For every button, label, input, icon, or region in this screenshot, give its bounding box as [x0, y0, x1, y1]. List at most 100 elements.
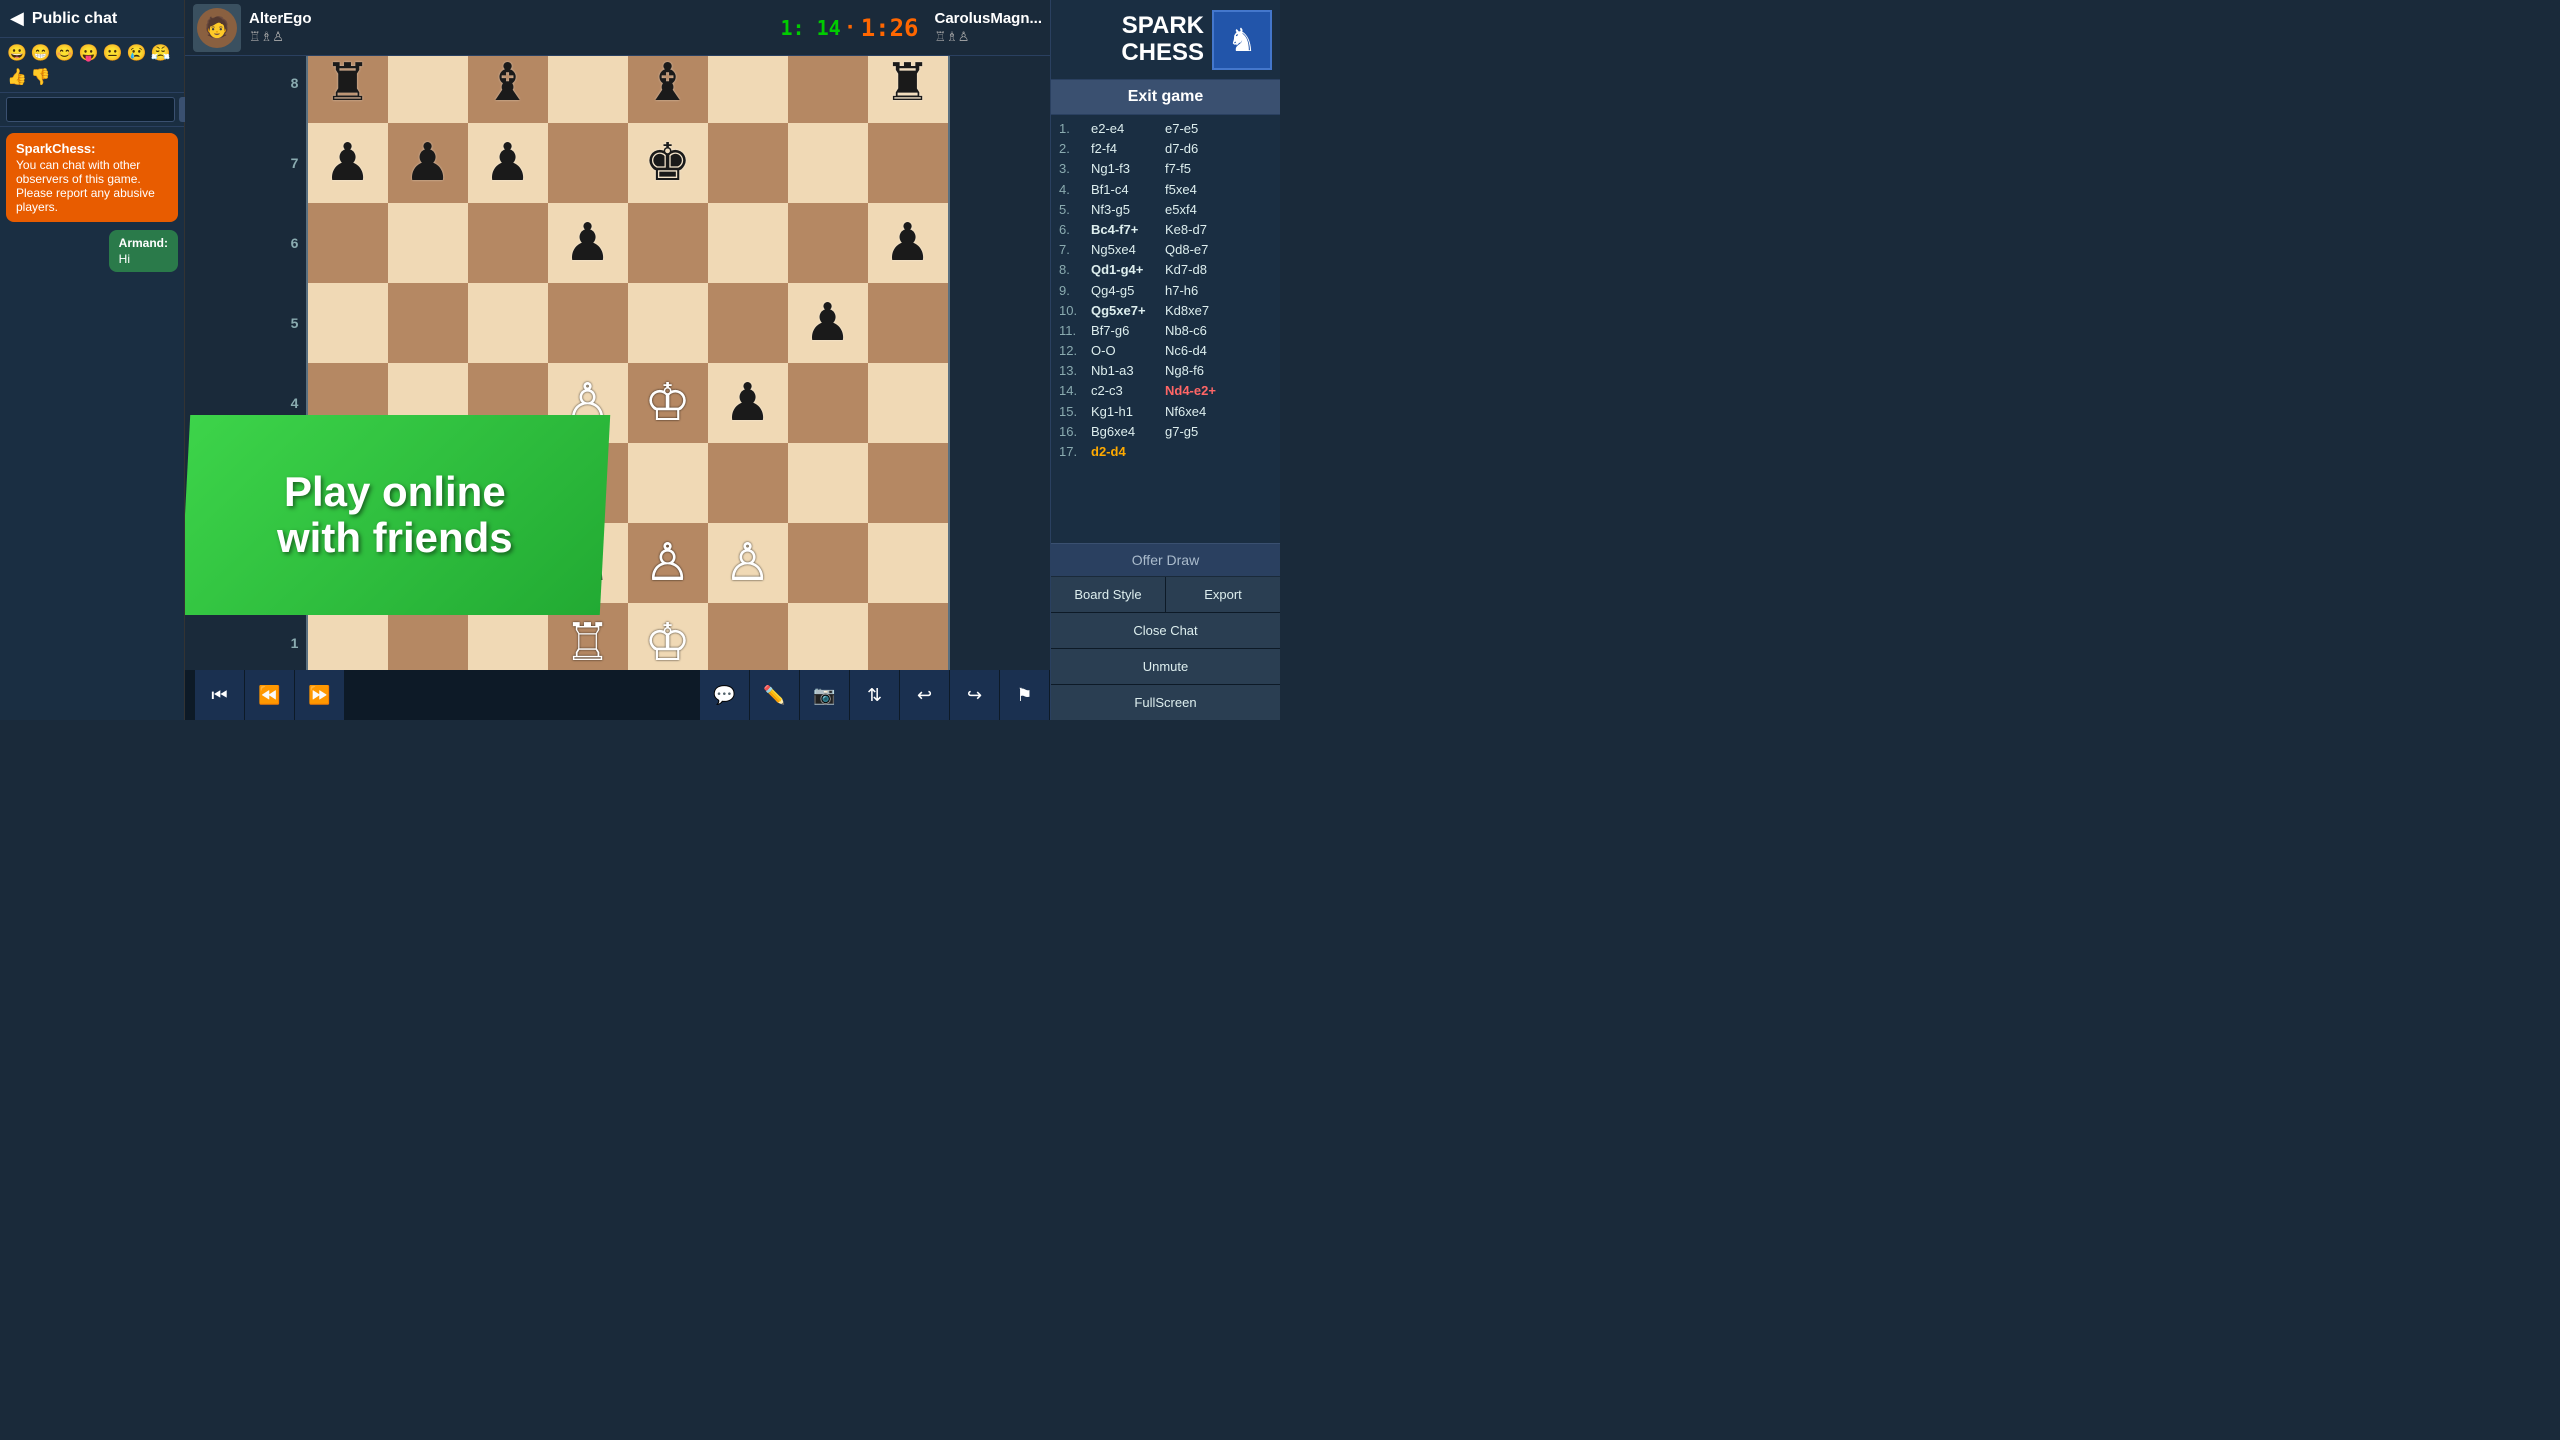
- square-g5[interactable]: ♟: [788, 283, 868, 363]
- move-row-6: 6. Bc4-f7+ Ke8-d7: [1059, 220, 1272, 240]
- square-c6[interactable]: [468, 203, 548, 283]
- square-g4[interactable]: [788, 363, 868, 443]
- square-h4[interactable]: [868, 363, 948, 443]
- square-e8[interactable]: ♝: [628, 56, 708, 123]
- logo-icon: ♞: [1212, 10, 1272, 70]
- square-c5[interactable]: [468, 283, 548, 363]
- square-f6[interactable]: [708, 203, 788, 283]
- square-g2[interactable]: [788, 523, 868, 603]
- square-h2[interactable]: [868, 523, 948, 603]
- square-c8[interactable]: ♝: [468, 56, 548, 123]
- square-a6[interactable]: [308, 203, 388, 283]
- square-f2[interactable]: ♙: [708, 523, 788, 603]
- square-d8[interactable]: [548, 56, 628, 123]
- square-h8[interactable]: ♜: [868, 56, 948, 123]
- square-f5[interactable]: [708, 283, 788, 363]
- square-d5[interactable]: [548, 283, 628, 363]
- square-h5[interactable]: [868, 283, 948, 363]
- move-w-13: Nb1-a3: [1091, 362, 1161, 380]
- player1-avatar: 🧑: [193, 4, 241, 52]
- square-e3[interactable]: [628, 443, 708, 523]
- emoji-tongue[interactable]: 😛: [78, 42, 100, 64]
- move-b-7: Qd8-e7: [1165, 241, 1208, 259]
- move-w-1: e2-e4: [1091, 120, 1161, 138]
- square-d6[interactable]: ♟: [548, 203, 628, 283]
- square-g1[interactable]: [788, 603, 868, 670]
- promo-text: Play onlinewith friends: [257, 469, 533, 561]
- square-g8[interactable]: [788, 56, 868, 123]
- prev-button[interactable]: ⏪: [245, 670, 295, 720]
- unmute-button[interactable]: Unmute: [1051, 649, 1280, 684]
- move-b-15: Nf6xe4: [1165, 403, 1206, 421]
- square-e4[interactable]: ♔: [628, 363, 708, 443]
- chat-title: Public chat: [32, 10, 117, 28]
- square-e7[interactable]: ♚: [628, 123, 708, 203]
- emoji-cry[interactable]: 😢: [126, 42, 148, 64]
- chat-panel: ◀ Public chat 😀 😁 😊 😛 😐 😢 😤 👍 👎 ▶ SparkC…: [0, 0, 185, 720]
- square-d7[interactable]: [548, 123, 628, 203]
- close-chat-button[interactable]: Close Chat: [1051, 613, 1280, 648]
- move-num-15: 15.: [1059, 403, 1087, 421]
- square-a7[interactable]: ♟: [308, 123, 388, 203]
- chat-back-button[interactable]: ◀: [10, 8, 24, 29]
- bottom-toolbar: ⏮ ⏪ ⏩ 💬 ✏️ 📷 ⇅ ↩ ↪ ⚑: [185, 670, 1050, 720]
- move-w-14: c2-c3: [1091, 382, 1161, 400]
- camera-button[interactable]: 📷: [800, 670, 850, 720]
- annotate-button[interactable]: ✏️: [750, 670, 800, 720]
- square-a8[interactable]: ♜: [308, 56, 388, 123]
- chat-input[interactable]: [6, 97, 175, 122]
- rank-6: 6: [286, 203, 304, 283]
- square-b6[interactable]: [388, 203, 468, 283]
- square-b8[interactable]: [388, 56, 468, 123]
- emoji-grin[interactable]: 😁: [30, 42, 52, 64]
- flag-button[interactable]: ⚑: [1000, 670, 1050, 720]
- fullscreen-button[interactable]: FullScreen: [1051, 685, 1280, 720]
- exit-game-button[interactable]: Exit game: [1051, 80, 1280, 115]
- player1-face: 🧑: [197, 8, 237, 48]
- square-b5[interactable]: [388, 283, 468, 363]
- square-e2[interactable]: ♙: [628, 523, 708, 603]
- emoji-thumbsdown[interactable]: 👎: [30, 66, 52, 88]
- move-b-16: g7-g5: [1165, 423, 1198, 441]
- emoji-neutral[interactable]: 😐: [102, 42, 124, 64]
- offer-draw-button[interactable]: Offer Draw: [1051, 543, 1280, 577]
- flip-button[interactable]: ⇅: [850, 670, 900, 720]
- emoji-angry[interactable]: 😤: [150, 42, 172, 64]
- square-g7[interactable]: [788, 123, 868, 203]
- next-button[interactable]: ⏩: [295, 670, 345, 720]
- emoji-smile[interactable]: 😊: [54, 42, 76, 64]
- right-panel: SPARKCHESS ♞ Exit game 1. e2-e4 e7-e5 2.…: [1050, 0, 1280, 720]
- emoji-happy[interactable]: 😀: [6, 42, 28, 64]
- square-h1[interactable]: [868, 603, 948, 670]
- square-e1[interactable]: ♔: [628, 603, 708, 670]
- move-b-13: Ng8-f6: [1165, 362, 1204, 380]
- square-c7[interactable]: ♟: [468, 123, 548, 203]
- square-f7[interactable]: [708, 123, 788, 203]
- square-h3[interactable]: [868, 443, 948, 523]
- square-f8[interactable]: [708, 56, 788, 123]
- square-g6[interactable]: [788, 203, 868, 283]
- move-row-13: 13. Nb1-a3 Ng8-f6: [1059, 361, 1272, 381]
- square-f1[interactable]: [708, 603, 788, 670]
- resign-button[interactable]: ↩: [900, 670, 950, 720]
- square-a5[interactable]: [308, 283, 388, 363]
- square-h7[interactable]: [868, 123, 948, 203]
- square-e6[interactable]: [628, 203, 708, 283]
- emoji-thumbsup[interactable]: 👍: [6, 66, 28, 88]
- logo-text: SPARKCHESS: [1121, 13, 1204, 66]
- bottom-buttons: Board Style Export Close Chat Unmute Ful…: [1051, 577, 1280, 720]
- draw-button[interactable]: ↪: [950, 670, 1000, 720]
- export-button[interactable]: Export: [1166, 577, 1280, 612]
- square-h6[interactable]: ♟: [868, 203, 948, 283]
- system-message: SparkChess: You can chat with other obse…: [6, 133, 178, 222]
- square-f4[interactable]: ♟: [708, 363, 788, 443]
- chat-button[interactable]: 💬: [700, 670, 750, 720]
- timer2: 1:26: [861, 14, 919, 42]
- square-g3[interactable]: [788, 443, 868, 523]
- board-style-button[interactable]: Board Style: [1051, 577, 1165, 612]
- square-b7[interactable]: ♟: [388, 123, 468, 203]
- prev-prev-button[interactable]: ⏮: [195, 670, 245, 720]
- square-e5[interactable]: [628, 283, 708, 363]
- square-f3[interactable]: [708, 443, 788, 523]
- move-row-2: 2. f2-f4 d7-d6: [1059, 139, 1272, 159]
